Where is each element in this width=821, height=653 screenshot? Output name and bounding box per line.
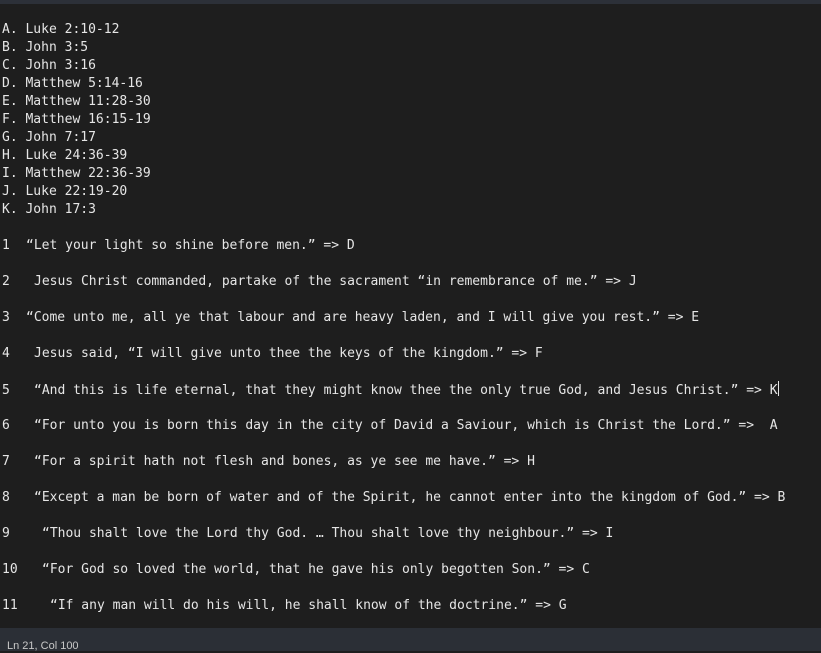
question-line-7: 7 “For a spirit hath not flesh and bones,… xyxy=(2,453,535,471)
question-number: 2 xyxy=(2,274,10,289)
question-text: “Let your light so shine before men.” =>… xyxy=(26,238,355,253)
question-number: 3 xyxy=(2,310,10,325)
option-line-j: J. Luke 22:19-20 xyxy=(2,184,128,199)
question-line-4: 4 Jesus said, “I will give unto thee the … xyxy=(2,345,543,363)
question-text: Jesus Christ commanded, partake of the s… xyxy=(34,274,637,289)
option-line-a: A. Luke 2:10-12 xyxy=(2,22,120,37)
question-text: “For God so loved the world, that he gav… xyxy=(42,562,590,577)
option-line-h: H. Luke 24:36-39 xyxy=(2,148,128,163)
question-number: 9 xyxy=(2,526,10,541)
question-text: “Come unto me, all ye that labour and ar… xyxy=(26,310,700,325)
question-line-3: 3 “Come unto me, all ye that labour and a… xyxy=(2,309,699,327)
question-number: 5 xyxy=(2,383,10,398)
question-text: “And this is life eternal, that they mig… xyxy=(34,383,778,398)
option-line-f: F. Matthew 16:15-19 xyxy=(2,112,151,127)
option-line-k: K. John 17:3 xyxy=(2,202,96,217)
question-line-10: 10 “For God so loved the world, that he g… xyxy=(2,561,590,579)
question-line-11: 11 “If any man will do his will, he shall… xyxy=(2,597,567,615)
question-text: “Except a man be born of water and of th… xyxy=(34,490,786,505)
question-line-9: 9 “Thou shalt love the Lord thy God. … Th… xyxy=(2,525,613,543)
question-number: 8 xyxy=(2,490,10,505)
option-line-g: G. John 7:17 xyxy=(2,130,96,145)
option-line-c: C. John 3:16 xyxy=(2,58,96,73)
question-text: “If any man will do his will, he shall k… xyxy=(50,598,567,613)
question-number: 11 xyxy=(2,598,18,613)
question-number: 4 xyxy=(2,346,10,361)
question-line-5: 5 “And this is life eternal, that they mi… xyxy=(2,381,779,399)
option-line-i: I. Matthew 22:36-39 xyxy=(2,166,151,181)
question-number: 7 xyxy=(2,454,10,469)
question-number: 10 xyxy=(2,562,18,577)
question-text: “Thou shalt love the Lord thy God. … Tho… xyxy=(42,526,614,541)
option-line-d: D. Matthew 5:14-16 xyxy=(2,76,143,91)
text-cursor xyxy=(777,381,779,396)
question-line-8: 8 “Except a man be born of water and of t… xyxy=(2,489,785,507)
question-text: “For unto you is born this day in the ci… xyxy=(34,418,778,433)
question-line-6: 6 “For unto you is born this day in the c… xyxy=(2,417,778,435)
text-editor[interactable]: A. Luke 2:10-12 B. John 3:5 C. John 3:16… xyxy=(0,4,821,628)
question-number: 6 xyxy=(2,418,10,433)
question-text: Jesus said, “I will give unto thee the k… xyxy=(34,346,543,361)
option-line-b: B. John 3:5 xyxy=(2,40,89,55)
question-text: “For a spirit hath not flesh and bones, … xyxy=(34,454,535,469)
question-line-1: 1 “Let your light so shine before men.” =… xyxy=(2,237,355,255)
question-line-2: 2 Jesus Christ commanded, partake of the … xyxy=(2,273,637,291)
status-bar: Ln 21, Col 100 xyxy=(0,628,821,652)
option-line-e: E. Matthew 11:28-30 xyxy=(2,94,151,109)
question-number: 1 xyxy=(2,238,10,253)
